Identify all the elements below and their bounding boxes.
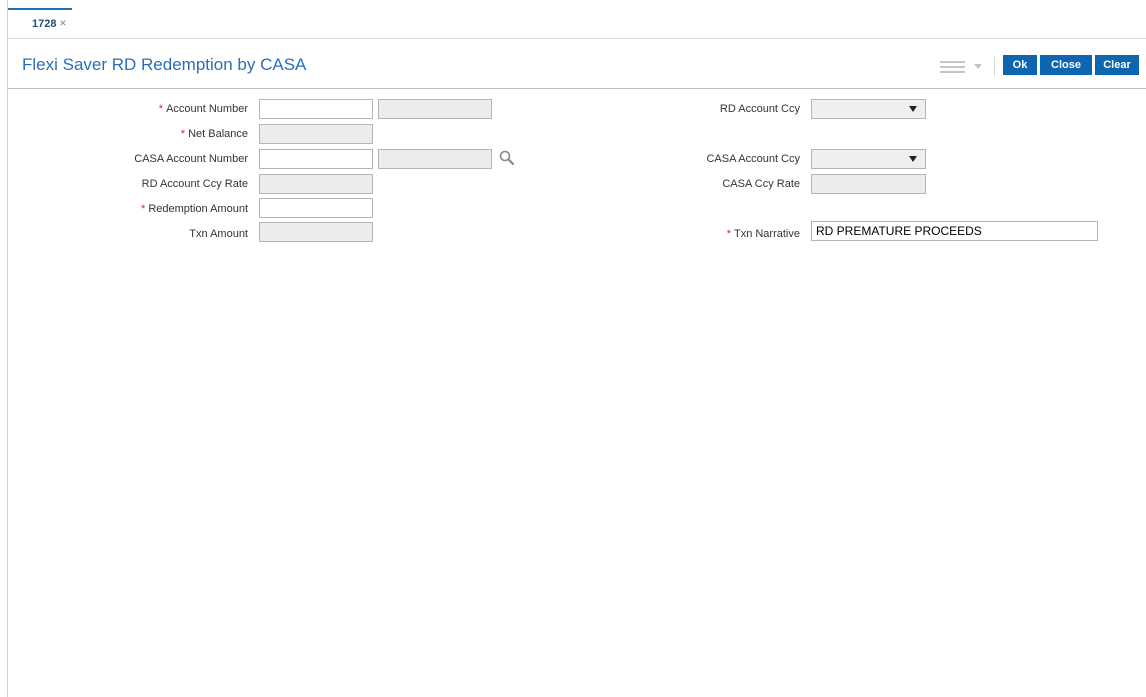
page-title: Flexi Saver RD Redemption by CASA (22, 55, 307, 74)
required-marker: * (158, 103, 164, 115)
txn-narrative-input[interactable] (811, 221, 1098, 241)
rd-account-ccy-rate-label: RD Account Ccy Rate (141, 178, 248, 190)
required-marker: * (141, 203, 146, 215)
toolbar-divider (994, 57, 995, 76)
header-divider (8, 88, 1146, 89)
dropdown-arrow-icon (909, 106, 917, 112)
tab-bar: 1728 × (8, 0, 1146, 39)
net-balance-label: * Net Balance (180, 128, 248, 140)
redemption-amount-input[interactable] (259, 198, 373, 218)
txn-amount-label: Txn Amount (189, 228, 248, 240)
redemption-amount-label: * Redemption Amount (141, 203, 248, 215)
hamburger-menu-icon[interactable] (940, 58, 984, 74)
required-marker: * (180, 128, 186, 140)
search-icon[interactable] (498, 149, 516, 167)
tab-close-icon[interactable]: × (59, 16, 66, 30)
net-balance-field (259, 124, 373, 144)
account-name-field (378, 99, 492, 119)
tab-1728[interactable]: 1728 × (8, 8, 72, 38)
account-number-input[interactable] (259, 99, 373, 119)
casa-ccy-rate-field (811, 174, 926, 194)
account-number-label: * Account Number (158, 103, 248, 115)
casa-ccy-rate-label: CASA Ccy Rate (722, 178, 800, 190)
txn-narrative-label: * Txn Narrative (726, 228, 800, 240)
casa-account-number-input[interactable] (259, 149, 373, 169)
ok-button[interactable]: Ok (1003, 55, 1037, 75)
rd-account-ccy-label: RD Account Ccy (719, 103, 800, 115)
casa-account-number-label: CASA Account Number (134, 153, 248, 165)
chevron-down-icon (974, 64, 982, 69)
tab-label: 1728 (32, 18, 57, 30)
rd-account-ccy-rate-field (259, 174, 373, 194)
close-button[interactable]: Close (1040, 55, 1092, 75)
clear-button[interactable]: Clear (1095, 55, 1139, 75)
left-border (7, 0, 8, 697)
dropdown-arrow-icon (909, 156, 917, 162)
required-marker: * (726, 228, 731, 240)
txn-amount-field (259, 222, 373, 242)
casa-account-name-field (378, 149, 492, 169)
rd-account-ccy-select[interactable] (811, 99, 926, 119)
casa-account-ccy-select[interactable] (811, 149, 926, 169)
casa-account-ccy-label: CASA Account Ccy (706, 153, 800, 165)
